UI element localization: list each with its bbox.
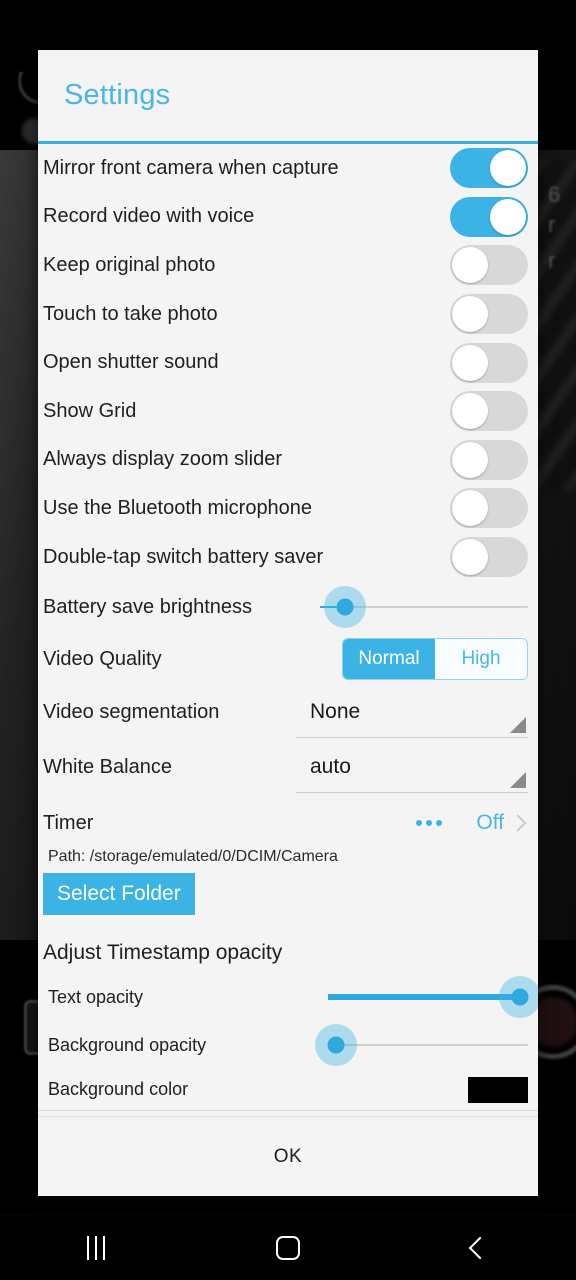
- toggle-double-tap-battery-saver[interactable]: [450, 537, 528, 578]
- setting-label: Always display zoom slider: [43, 448, 282, 471]
- slider-background-opacity[interactable]: [315, 1023, 528, 1067]
- setting-row-timer[interactable]: Timer Off: [38, 795, 538, 845]
- timer-value: Off: [476, 811, 504, 835]
- select-folder-button[interactable]: Select Folder: [43, 873, 195, 916]
- setting-label: Open shutter sound: [43, 351, 219, 374]
- nav-recents-button[interactable]: [0, 1236, 192, 1260]
- setting-row-text-opacity[interactable]: Text opacity: [38, 973, 538, 1021]
- setting-row-always-display-zoom-slider[interactable]: Always display zoom slider: [38, 436, 538, 485]
- segment-high[interactable]: High: [435, 639, 527, 680]
- back-icon: [468, 1236, 492, 1260]
- setting-label: Background color: [48, 1079, 189, 1100]
- chevron-right-icon: [509, 814, 527, 832]
- page-title: Settings: [64, 79, 171, 111]
- toggle-mirror-front-camera[interactable]: [450, 148, 528, 189]
- setting-row-show-grid[interactable]: Show Grid: [38, 387, 538, 436]
- color-swatch-background[interactable]: [468, 1076, 528, 1103]
- setting-row-background-color[interactable]: Background color: [38, 1069, 538, 1112]
- android-navigation-bar: [0, 1216, 576, 1280]
- setting-label: Keep original photo: [43, 253, 216, 276]
- screen: 6 r r Settings Mirror front camera when …: [0, 0, 576, 1280]
- setting-row-white-balance[interactable]: White Balance auto: [38, 740, 538, 795]
- setting-label: Timer: [43, 811, 94, 834]
- toggle-bluetooth-microphone[interactable]: [450, 488, 528, 529]
- toggle-always-display-zoom-slider[interactable]: [450, 439, 528, 480]
- toggle-show-grid[interactable]: [450, 391, 528, 432]
- storage-path-text: Path: /storage/emulated/0/DCIM/Camera: [48, 848, 338, 866]
- more-horizontal-icon[interactable]: [416, 820, 443, 827]
- setting-label: White Balance: [43, 756, 172, 779]
- setting-label: Text opacity: [48, 986, 144, 1007]
- setting-label: Video Quality: [43, 647, 162, 670]
- setting-row-video-segmentation[interactable]: Video segmentation None: [38, 685, 538, 740]
- setting-row-record-video-with-voice[interactable]: Record video with voice: [38, 193, 538, 242]
- setting-label: Double-tap switch battery saver: [43, 545, 324, 568]
- toggle-open-shutter-sound[interactable]: [450, 342, 528, 383]
- toggle-touch-to-take-photo[interactable]: [450, 294, 528, 335]
- segmented-video-quality[interactable]: Normal High: [342, 638, 528, 681]
- ok-button[interactable]: OK: [274, 1146, 302, 1168]
- setting-row-video-quality[interactable]: Video Quality Normal High: [38, 633, 538, 685]
- setting-row-keep-original-photo[interactable]: Keep original photo: [38, 241, 538, 290]
- dropdown-arrow-icon: [510, 716, 526, 733]
- toggle-keep-original-photo[interactable]: [450, 245, 528, 286]
- dropdown-value: None: [310, 700, 361, 724]
- setting-row-double-tap-battery-saver[interactable]: Double-tap switch battery saver: [38, 533, 538, 582]
- dropdown-white-balance[interactable]: auto: [296, 743, 528, 793]
- setting-label: Mirror front camera when capture: [43, 156, 339, 179]
- setting-label: Battery save brightness: [43, 595, 252, 618]
- section-title-timestamp-opacity: Adjust Timestamp opacity: [43, 941, 283, 965]
- setting-label: Touch to take photo: [43, 302, 218, 325]
- setting-label: Show Grid: [43, 399, 137, 422]
- slider-battery-save-brightness[interactable]: [320, 585, 528, 629]
- setting-row-background-opacity[interactable]: Background opacity: [38, 1021, 538, 1069]
- dropdown-value: auto: [310, 755, 351, 779]
- setting-row-touch-to-take-photo[interactable]: Touch to take photo: [38, 290, 538, 339]
- toggle-record-video-with-voice[interactable]: [450, 196, 528, 237]
- dialog-header: Settings: [38, 50, 538, 144]
- setting-label: Record video with voice: [43, 205, 255, 228]
- recents-icon: [87, 1236, 105, 1260]
- home-icon: [276, 1236, 300, 1260]
- setting-label: Use the Bluetooth microphone: [43, 496, 313, 519]
- settings-list[interactable]: Mirror front camera when capture Record …: [38, 144, 538, 1116]
- dialog-footer: OK: [38, 1116, 538, 1196]
- setting-row-open-shutter-sound[interactable]: Open shutter sound: [38, 338, 538, 387]
- slider-text-opacity[interactable]: [328, 975, 538, 1019]
- setting-row-battery-save-brightness[interactable]: Battery save brightness: [38, 581, 538, 633]
- nav-back-button[interactable]: [384, 1236, 576, 1260]
- segment-normal[interactable]: Normal: [343, 639, 435, 680]
- dropdown-video-segmentation[interactable]: None: [296, 688, 528, 738]
- setting-label: Background opacity: [48, 1034, 207, 1055]
- dropdown-arrow-icon: [510, 771, 526, 788]
- setting-row-bluetooth-microphone[interactable]: Use the Bluetooth microphone: [38, 484, 538, 533]
- nav-home-button[interactable]: [192, 1236, 384, 1260]
- setting-label: Video segmentation: [43, 701, 220, 724]
- setting-row-mirror-front-camera[interactable]: Mirror front camera when capture: [38, 144, 538, 193]
- settings-dialog: Settings Mirror front camera when captur…: [38, 50, 538, 1196]
